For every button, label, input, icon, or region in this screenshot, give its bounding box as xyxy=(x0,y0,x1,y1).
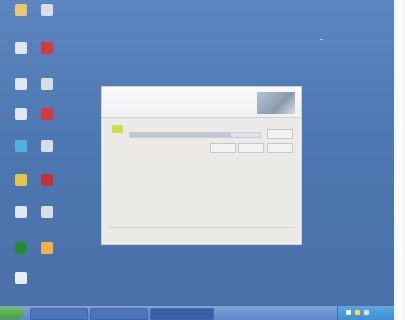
tray-icon-3[interactable] xyxy=(364,310,369,315)
setup-icon xyxy=(112,125,123,133)
next-button[interactable] xyxy=(238,143,264,153)
application-icon xyxy=(41,174,53,186)
desktop-icon-6[interactable] xyxy=(28,78,66,104)
taskbar xyxy=(0,306,394,320)
start-button[interactable] xyxy=(0,307,24,319)
computer-icon xyxy=(15,108,27,120)
cancel-button[interactable] xyxy=(267,129,293,139)
computer-icon xyxy=(15,42,27,54)
folder-icon xyxy=(15,174,27,186)
recycle-bin-icon xyxy=(15,272,27,284)
application-icon xyxy=(41,42,53,54)
desktop-icon-10[interactable] xyxy=(28,140,66,166)
terminal-icon xyxy=(15,242,27,254)
dialog-separator xyxy=(108,227,295,228)
desktop-icon-12[interactable] xyxy=(28,174,66,200)
folder-icon xyxy=(15,4,27,16)
desktop-icon-17[interactable] xyxy=(2,272,40,298)
desktop-icon-8[interactable] xyxy=(28,108,66,134)
desktop-icon-4[interactable] xyxy=(28,42,66,68)
network-icon xyxy=(15,206,27,218)
network-icon xyxy=(15,78,27,90)
tray-icon-1[interactable] xyxy=(346,310,351,315)
wizard-graphic xyxy=(257,92,295,114)
system-tray xyxy=(337,306,394,320)
application-icon xyxy=(41,108,53,120)
dialog-header xyxy=(102,87,301,118)
desktop-glint xyxy=(320,39,323,40)
desktop xyxy=(0,0,394,306)
back-button[interactable] xyxy=(210,143,236,153)
document-icon xyxy=(41,206,53,218)
document-icon xyxy=(41,140,53,152)
taskbar-button-1[interactable] xyxy=(30,308,88,320)
document-icon xyxy=(41,78,53,90)
document-icon xyxy=(41,4,53,16)
desktop-icon-16[interactable] xyxy=(28,242,66,268)
desktop-icon-2[interactable] xyxy=(28,4,66,30)
screen-edge xyxy=(394,0,405,320)
media-icon xyxy=(41,242,53,254)
taskbar-button-3[interactable] xyxy=(150,308,214,320)
taskbar-button-2[interactable] xyxy=(90,308,148,320)
progress-bar-fill xyxy=(130,133,232,137)
progress-bar xyxy=(129,132,261,138)
tray-icon-2[interactable] xyxy=(355,310,360,315)
desktop-icon-14[interactable] xyxy=(28,206,66,232)
cancel-dialog-button[interactable] xyxy=(267,143,293,153)
setup-dialog xyxy=(101,86,302,245)
internet-icon xyxy=(15,140,27,152)
